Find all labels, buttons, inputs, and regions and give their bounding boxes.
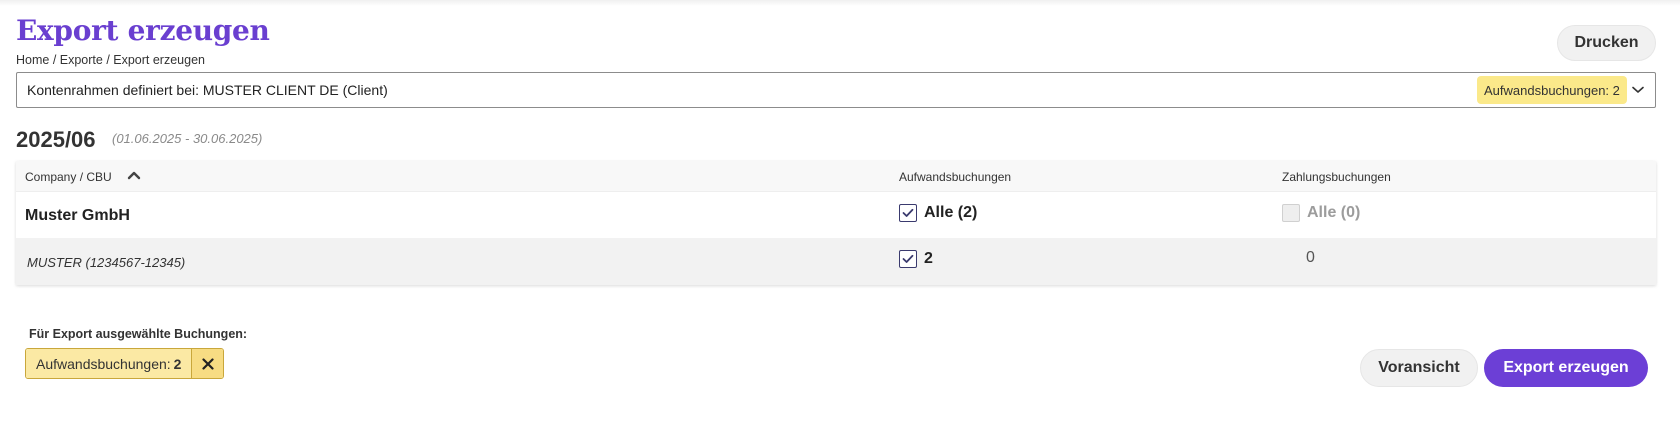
column-header-expense: Aufwandsbuchungen bbox=[899, 170, 1012, 184]
table-row: MUSTER (1234567-12345) 2 0 bbox=[16, 238, 1656, 285]
payment-count: 0 bbox=[1306, 249, 1315, 266]
chip-count: 2 bbox=[173, 355, 182, 372]
chip-label: Aufwandsbuchungen: 2 bbox=[26, 349, 193, 378]
expense-count-badge: Aufwandsbuchungen: 2 bbox=[1477, 76, 1627, 104]
column-header-company[interactable]: Company / CBU bbox=[25, 170, 112, 184]
selected-expense-chip: Aufwandsbuchungen: 2 bbox=[25, 348, 225, 379]
cbu-name: MUSTER (1234567-12345) bbox=[27, 255, 186, 270]
expense-all-checkbox[interactable] bbox=[899, 204, 917, 222]
payment-all-checkbox bbox=[1282, 204, 1300, 222]
top-shadow bbox=[0, 0, 1680, 6]
payment-all-label: Alle (0) bbox=[1307, 204, 1361, 221]
bookings-table: Company / CBU Aufwandsbuchungen Zahlungs… bbox=[16, 161, 1656, 285]
column-header-payment: Zahlungsbuchungen bbox=[1282, 170, 1391, 184]
expense-count: 2 bbox=[924, 250, 933, 267]
company-name: Muster GmbH bbox=[25, 207, 130, 224]
period-label: 2025/06 bbox=[16, 127, 96, 152]
preview-button[interactable]: Voransicht bbox=[1360, 349, 1478, 387]
page-title: Export erzeugen bbox=[16, 14, 270, 47]
account-plan-select-value: Kontenrahmen definiert bei: MUSTER CLIEN… bbox=[27, 82, 388, 98]
close-icon[interactable] bbox=[192, 349, 224, 378]
print-button[interactable]: Drucken bbox=[1557, 25, 1656, 61]
chevron-down-icon[interactable] bbox=[1629, 81, 1647, 99]
breadcrumb[interactable]: Home / Exporte / Export erzeugen bbox=[16, 53, 205, 67]
account-plan-select[interactable]: Kontenrahmen definiert bei: MUSTER CLIEN… bbox=[16, 72, 1656, 108]
selected-bookings-heading: Für Export ausgewählte Buchungen: bbox=[29, 327, 248, 341]
export-button[interactable]: Export erzeugen bbox=[1484, 349, 1648, 387]
expense-all-label: Alle (2) bbox=[924, 204, 978, 221]
chip-label-text: Aufwandsbuchungen: bbox=[36, 355, 171, 372]
chevron-up-icon[interactable] bbox=[125, 167, 143, 185]
table-header: Company / CBU Aufwandsbuchungen Zahlungs… bbox=[16, 161, 1656, 192]
expense-checkbox[interactable] bbox=[899, 250, 917, 268]
period-range: (01.06.2025 - 30.06.2025) bbox=[112, 131, 263, 146]
table-row: Muster GmbH Alle (2) Alle (0) bbox=[16, 192, 1656, 238]
